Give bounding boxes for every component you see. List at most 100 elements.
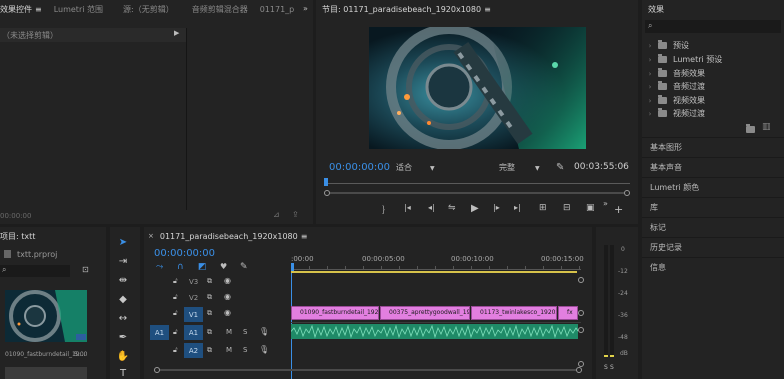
lock-icon[interactable]: 🔓︎ [173, 309, 178, 318]
track-target-a2[interactable]: A2 [184, 343, 203, 358]
lock-icon[interactable]: 🔓︎ [173, 277, 178, 286]
lift-icon[interactable]: ⊞ [539, 203, 547, 213]
panel-essential-graphics[interactable]: 基本图形 [642, 137, 784, 157]
sync-lock-icon[interactable]: ⧉ [207, 328, 212, 337]
sync-lock-icon[interactable]: ⧉ [207, 346, 212, 355]
new-bin-icon[interactable] [746, 124, 755, 133]
step-forward-icon[interactable]: |▸ [493, 203, 500, 212]
slip-tool-icon[interactable]: ↔ [116, 312, 130, 326]
loop-icon[interactable]: ⇋ [448, 203, 456, 213]
track-target-a1[interactable]: A1 [184, 325, 203, 340]
effects-folder-presets[interactable]: › 预设 [642, 39, 784, 52]
tab-sequence-overflow[interactable]: 01171_p [254, 5, 301, 14]
play-icon[interactable]: ▶ [471, 203, 479, 214]
timeline-scroll-bar[interactable] [154, 367, 582, 373]
effects-folder-audio-effects[interactable]: › 音频效果 [642, 67, 784, 80]
video-clip[interactable]: 00375_aprettygoodwall_1920 [380, 306, 470, 320]
hand-tool-icon[interactable]: ✋ [116, 350, 130, 364]
go-to-in-icon[interactable]: |◂ [404, 203, 411, 212]
solo-meter-icon[interactable]: S [604, 364, 608, 371]
tab-lumetri-scopes[interactable]: Lumetri 范围 [48, 4, 109, 15]
program-menu-icon[interactable]: ≡ [484, 5, 491, 14]
selection-tool-icon[interactable]: ➤ [116, 236, 130, 250]
tab-project[interactable]: 项目: txtt [0, 231, 41, 242]
tab-menu-icon[interactable]: ≡ [35, 5, 42, 14]
track-scroll-handle[interactable] [578, 327, 584, 333]
tab-program[interactable]: 节目: 01171_paradisebeach_1920x1080 ≡ [316, 4, 497, 15]
tab-overflow-icon[interactable]: » [303, 4, 308, 13]
mute-button[interactable]: M [226, 328, 232, 336]
sync-lock-icon[interactable]: ⧉ [207, 277, 212, 286]
snap-icon[interactable]: ∩ [177, 262, 184, 272]
eye-icon[interactable]: ◉ [224, 292, 231, 301]
panel-markers[interactable]: 标记 [642, 217, 784, 237]
effect-controls-timecode[interactable]: 00:00:00 [0, 212, 31, 220]
track-scroll-handle[interactable] [578, 310, 584, 316]
fit-select[interactable]: 适合 ▼ [396, 162, 444, 174]
effects-folder-audio-transitions[interactable]: › 音频过渡 [642, 80, 784, 93]
audio-clip-a1[interactable] [291, 324, 578, 339]
work-area-bar[interactable] [291, 271, 577, 273]
tab-sequence[interactable]: 01171_paradisebeach_1920x1080 ≡ [154, 232, 314, 241]
panel-libraries[interactable]: 库 [642, 197, 784, 217]
wrench-settings-icon[interactable]: ✎ [556, 162, 564, 173]
program-scrub-bar[interactable] [324, 178, 630, 186]
lock-icon[interactable]: 🔓︎ [173, 328, 178, 337]
extract-icon[interactable]: ⊟ [563, 203, 571, 213]
add-marker-icon[interactable]: ♥ [220, 262, 227, 271]
playhead-handle[interactable] [291, 263, 294, 271]
eye-icon[interactable]: ◉ [224, 308, 231, 317]
timeline-settings-icon[interactable]: ✎ [240, 262, 248, 272]
playhead-marker[interactable] [324, 178, 328, 186]
scroll-handle-right[interactable] [576, 367, 582, 373]
panel-lumetri-color[interactable]: Lumetri 颜色 [642, 177, 784, 197]
linked-selection-icon[interactable]: ◩ [198, 262, 207, 272]
source-patch-a1[interactable]: A1 [150, 325, 169, 340]
sync-lock-icon[interactable]: ⧉ [207, 293, 212, 302]
go-to-out-icon[interactable]: ▸| [514, 203, 521, 212]
tab-source[interactable]: 源:（无剪辑） [109, 4, 180, 15]
pen-tool-icon[interactable]: ✒ [116, 331, 130, 345]
effects-folder-video-effects[interactable]: › 视频效果 [642, 94, 784, 107]
new-search-bin-icon[interactable]: ⊡ [82, 265, 89, 274]
zoom-handle-right[interactable] [624, 190, 630, 196]
lock-icon[interactable]: 🔓︎ [173, 293, 178, 302]
microphone-icon[interactable]: 🎙︎ [259, 327, 269, 336]
play-only-icon[interactable]: ▶ [174, 29, 179, 37]
mute-button[interactable]: M [226, 346, 232, 354]
eye-icon[interactable]: ◉ [224, 276, 231, 285]
panel-info[interactable]: 信息 [642, 257, 784, 277]
mark-in-icon[interactable]: ｝ [382, 203, 391, 216]
program-playhead-timecode[interactable]: 00:00:00:00 [329, 162, 390, 173]
sync-lock-icon[interactable]: ⧉ [207, 309, 212, 318]
nest-toggle-icon[interactable]: ⤳ [156, 262, 163, 272]
zoom-scroll-bar[interactable] [324, 190, 630, 196]
delete-icon[interactable]: ▥ [762, 122, 771, 132]
add-button-icon[interactable]: + [614, 203, 623, 216]
effects-search-field[interactable]: ⌕ [645, 20, 781, 33]
sequence-menu-icon[interactable]: ≡ [301, 232, 308, 241]
track-select-tool-icon[interactable]: ⇥ [116, 255, 130, 269]
overflow-icon[interactable]: » [603, 199, 608, 208]
step-back-icon[interactable]: ◂| [428, 203, 435, 212]
effects-title[interactable]: 效果 [642, 4, 670, 15]
time-ruler[interactable]: :00:00 00:00:05:00 00:00:10:00 00:00:15:… [291, 255, 584, 277]
panel-essential-sound[interactable]: 基本声音 [642, 157, 784, 177]
tab-effect-controls[interactable]: 效果控件 ≡ [0, 4, 48, 15]
timeline-timecode[interactable]: 00:00:00:00 [154, 248, 215, 259]
solo-meter-icon[interactable]: S [610, 364, 614, 371]
track-height-scroll[interactable] [577, 277, 585, 367]
project-clip-thumbnail[interactable] [5, 290, 87, 342]
video-clip[interactable]: 01090_fastburndetail_1920x [291, 306, 379, 320]
panel-history[interactable]: 历史记录 [642, 237, 784, 257]
video-clip[interactable]: fx [558, 306, 578, 320]
type-tool-icon[interactable]: T [116, 367, 130, 379]
solo-button[interactable]: S [243, 328, 247, 336]
microphone-icon[interactable]: 🎙︎ [259, 345, 269, 354]
effects-folder-lumetri-presets[interactable]: › Lumetri 预设 [642, 53, 784, 66]
project-clip-thumbnail-2[interactable] [5, 367, 87, 379]
track-scroll-handle[interactable] [578, 277, 584, 283]
video-clip[interactable]: 01173_twinlakesco_1920x10 [471, 306, 557, 320]
quality-select[interactable]: 完整 ▼ [499, 162, 551, 174]
razor-tool-icon[interactable]: ◆ [116, 293, 130, 307]
